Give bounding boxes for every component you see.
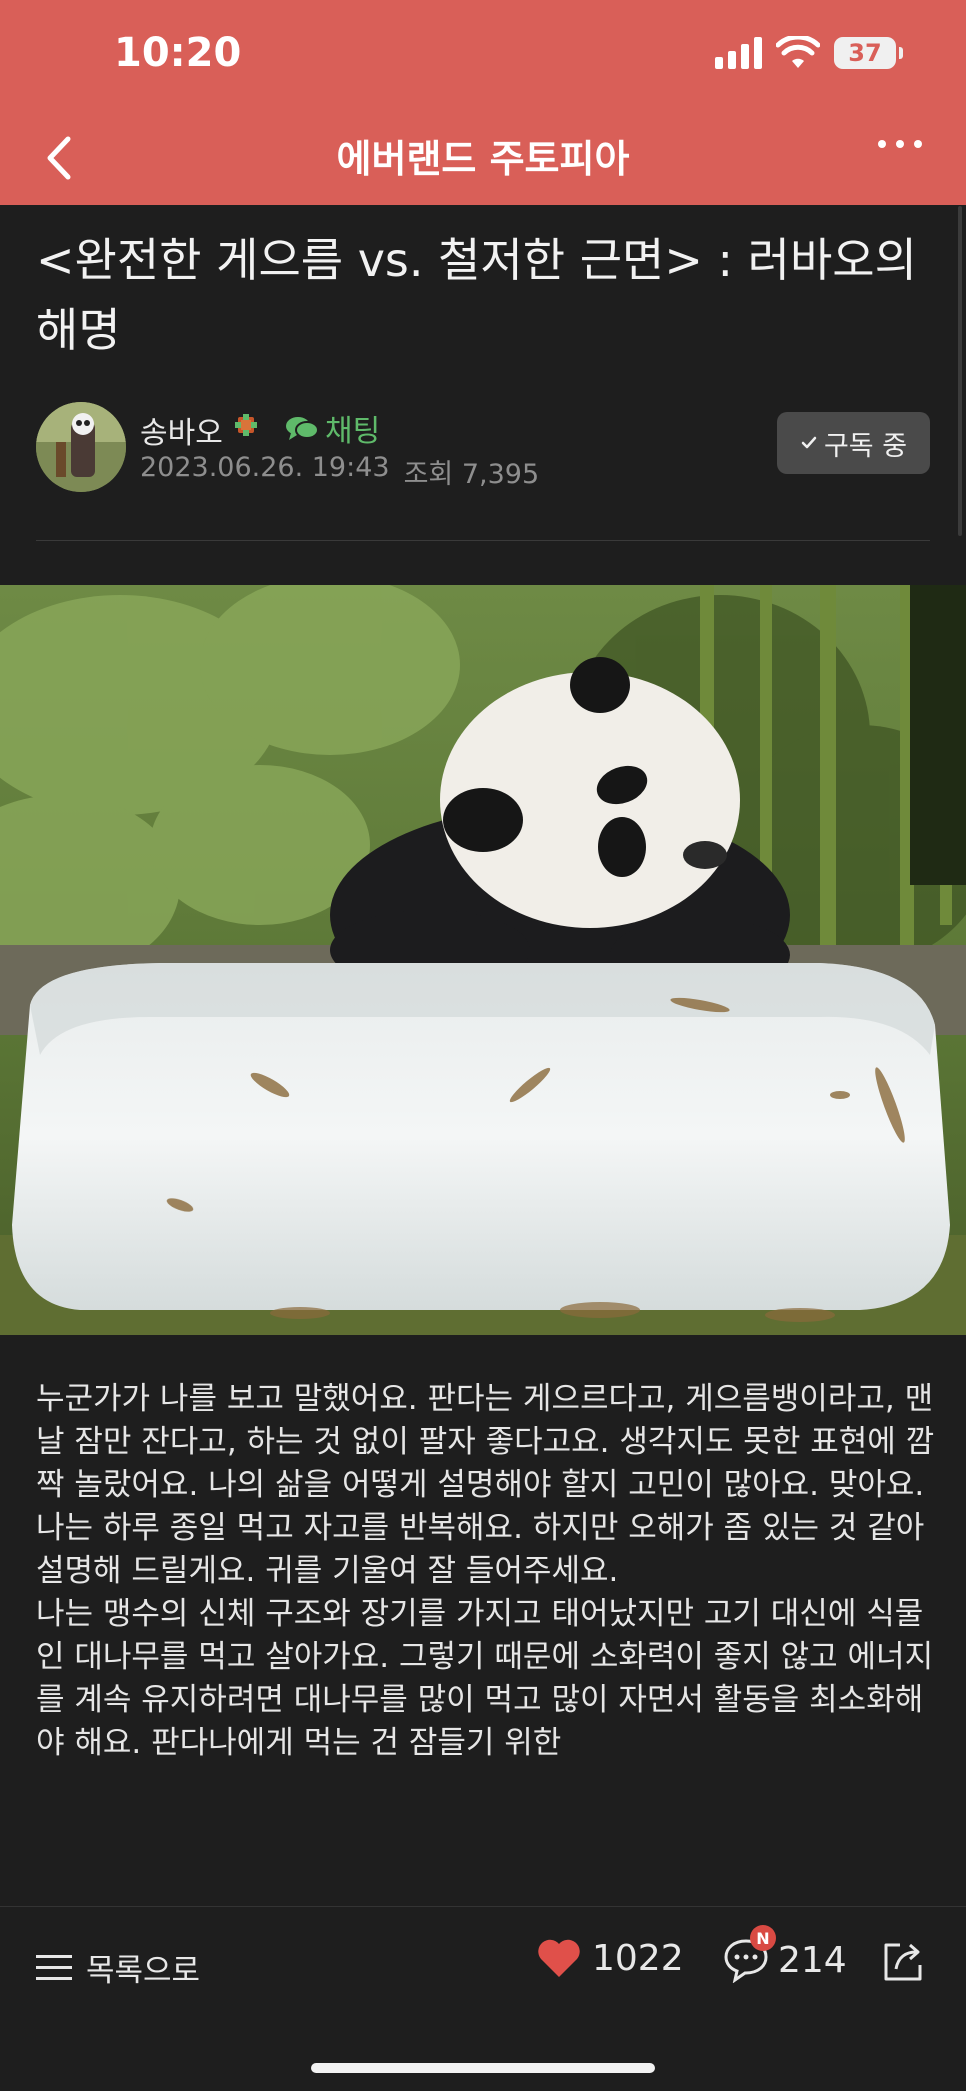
post-date: 2023.06.26. 19:43 (140, 452, 390, 483)
paragraph: 나는 맹수의 신체 구조와 장기를 가지고 태어났지만 고기 대신에 식물인 대… (36, 1596, 934, 1761)
heart-icon (538, 1939, 580, 1977)
article-title: <완전한 게으름 vs. 철저한 근면> : 러바오의 해명 (36, 233, 917, 357)
share-icon (884, 1943, 922, 1981)
comments-button[interactable]: N 214 (722, 1925, 847, 1984)
menu-icon (36, 1954, 72, 1980)
divider (36, 540, 930, 541)
share-button[interactable] (880, 1937, 930, 1987)
avatar[interactable] (36, 402, 126, 492)
chat-label: 채팅 (325, 414, 381, 449)
like-count: 1022 (592, 1937, 684, 1979)
status-time: 10:20 (114, 30, 242, 76)
subscribe-label: 구독 중 (823, 430, 908, 462)
comment-count: 214 (778, 1939, 847, 1981)
more-options-button[interactable] (878, 140, 922, 148)
chat-button[interactable]: 채팅 (285, 406, 380, 450)
wifi-icon (776, 36, 820, 68)
author-name[interactable]: 송바오 (140, 408, 223, 452)
scrollbar[interactable] (958, 206, 962, 536)
chat-icon (286, 417, 319, 440)
bottom-toolbar: 목록으로 1022 N 214 (0, 1906, 966, 2091)
view-count: 조회 7,395 (403, 459, 540, 490)
status-icons: 37 (715, 36, 903, 70)
list-label: 목록으로 (86, 1953, 201, 1989)
app-header: 10:20 37 에버랜드 주토피아 (0, 0, 966, 205)
article-meta: 2023.06.26. 19:43 조회 7,395 (140, 452, 539, 491)
back-to-list-button[interactable]: 목록으로 (36, 1945, 200, 1990)
subscribe-button[interactable]: 구독 중 (777, 412, 930, 474)
member-grade-icon (235, 414, 257, 436)
article-body: 누군가가 나를 보고 말했어요. 판다는 게으르다고, 게으름뱅이라고, 맨날 … (36, 1378, 936, 1900)
new-badge: N (750, 1925, 776, 1951)
paragraph: 누군가가 나를 보고 말했어요. 판다는 게으르다고, 게으름뱅이라고, 맨날 … (36, 1381, 935, 1589)
page-title: 에버랜드 주토피아 (336, 137, 630, 181)
like-button[interactable]: 1022 (536, 1937, 684, 1979)
cellular-signal-icon (715, 37, 762, 69)
article-photo[interactable] (0, 585, 966, 1335)
check-icon (801, 436, 817, 449)
battery-icon: 37 (834, 37, 903, 69)
home-indicator (311, 2063, 655, 2073)
